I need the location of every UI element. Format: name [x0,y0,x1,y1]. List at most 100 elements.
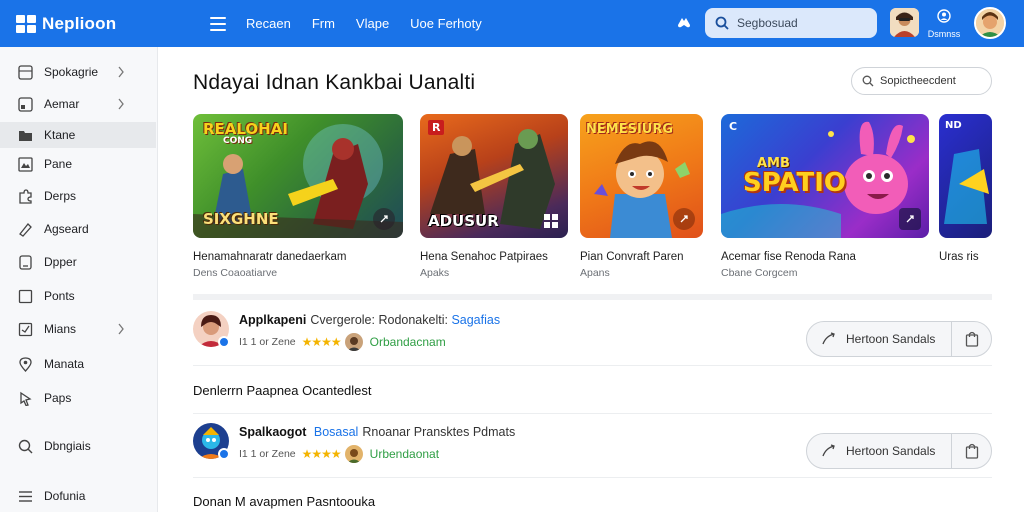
sidebar-item-10[interactable]: Manata [0,351,156,377]
game-thumbnail[interactable]: ND [939,114,992,238]
developer-name[interactable]: Orbandacnam [370,335,446,349]
pointer-icon [20,391,32,406]
card-title: Pian Convraft Paren [580,251,684,263]
play-badge-icon [673,208,695,230]
app-link[interactable]: Sagafias [451,313,500,327]
sidebar-item-2[interactable]: Aemar [0,91,156,117]
game-thumbnail[interactable]: R ADUSUR [420,114,568,238]
app-name[interactable]: Spalkaogot [239,425,306,439]
sidebar-item-label: Mians [44,322,77,336]
app-name[interactable]: Applkapeni [239,313,306,327]
game-card[interactable]: REALOHAI CONG SIXGHNE Henamahnaratr dane… [193,114,403,279]
play-badge-icon [373,208,395,230]
developer-name[interactable]: Urbendaonat [370,447,439,461]
app-action-button[interactable]: Hertoon Sandals [807,434,952,468]
nav-link-2[interactable]: Frm [312,16,335,31]
verified-badge-icon [218,336,230,348]
sidebar-item-4[interactable]: Pane [0,151,156,177]
app-description: Rnoanar Pransktes Pdmats [362,425,516,439]
sidebar-item-13[interactable]: Dofunia [0,483,156,509]
game-thumbnail[interactable]: C AMB SPATIO [721,114,929,238]
sidebar-item-12[interactable]: Dbngiais [0,433,156,459]
game-logo-bottom: SIXGHNE [203,210,279,228]
nav-link-4[interactable]: Uoe Ferhoty [410,16,482,31]
card-title: Hena Senahoc Patpiraes [420,251,548,263]
chevron-right-icon [118,323,124,335]
sidebar-item-label: Dbngiais [44,439,91,453]
game-logo-bottom: ADUSUR [428,212,499,230]
profile-avatar[interactable] [974,7,1006,39]
card-subtitle: Apaks [420,267,450,279]
search-input[interactable] [737,16,857,30]
game-card[interactable]: ND Uras ris [939,114,992,267]
sidebar: Spokagrie Aemar Ktane Pane Derps Agseard… [0,47,158,512]
bag-button[interactable] [952,322,991,356]
chevron-right-icon [118,98,124,110]
sidebar-item-8[interactable]: Ponts [0,283,156,309]
section-heading: Denlerrn Paapnea Ocantedlest [193,383,372,398]
app-meta-line: I1 1 or Zene ★★★★ Urbendaonat [239,445,439,463]
sidebar-item-3[interactable]: Ktane [0,122,156,148]
row-divider [193,477,992,478]
app-logo[interactable]: Neplioon [16,14,166,34]
card-subtitle: Cbane Corgcem [721,267,798,279]
sidebar-item-9[interactable]: Mians [0,316,156,342]
sidebar-item-11[interactable]: Paps [0,385,156,411]
rating-stars-icon: ★★★★ [301,335,342,349]
sidebar-item-7[interactable]: Dpper [0,249,156,275]
card-title: Henamahnaratr danedaerkam [193,251,347,263]
gamepad-icon[interactable] [675,14,693,32]
app-title-line: Applkapeni Cvergerole: Rodonakelti: Sagaf… [239,313,500,327]
sidebar-item-label: Pane [44,157,73,171]
sidebar-item-label: Derps [44,189,77,203]
app-meta: I1 1 or Zene [239,336,296,348]
app-meta: I1 1 or Zene [239,448,296,460]
card-subtitle: Dens Coaoatiarve [193,267,278,279]
game-thumbnail[interactable]: NEMESIURG [580,114,703,238]
bag-button[interactable] [952,434,991,468]
search-icon [18,439,33,453]
logo-grid-icon [16,14,36,33]
play-badge-icon [899,208,921,230]
user-icon [937,9,951,23]
game-thumbnail[interactable]: REALOHAI CONG SIXGHNE [193,114,403,238]
menu-icon[interactable] [210,16,226,31]
game-badge-top: ND [945,120,962,131]
sidebar-item-1[interactable]: Spokagrie [0,59,156,85]
sidebar-item-label: Dpper [44,255,77,269]
sidebar-item-5[interactable]: Derps [0,183,156,209]
card-title: Uras ris [939,251,979,263]
image-icon [18,156,33,172]
content-search-button[interactable]: Sopictheecdent [851,67,992,95]
search-icon [715,16,729,30]
sidebar-item-label: Dofunia [44,489,86,503]
nav-link-1[interactable]: Recaen [246,16,291,31]
link-arrow-icon [822,332,835,345]
main-content: Ndayai Idnan Kankbai Uanalti Sopictheecd… [159,47,1024,512]
logo-text: Neplioon [42,13,117,33]
bag-icon [965,443,978,459]
game-card[interactable]: NEMESIURG Pian Convraft Paren Apans [580,114,703,279]
search-bar[interactable] [705,8,877,38]
sidebar-item-label: Ponts [44,289,75,303]
sidebar-item-label: Aemar [44,97,80,111]
card-title: Acemar fise Renoda Rana [721,251,856,263]
app-meta-line: I1 1 or Zene ★★★★ Orbandacnam [239,333,446,351]
app-link[interactable]: Bosasal [314,425,358,439]
sidebar-item-6[interactable]: Agseard [0,216,156,242]
app-action-label: Hertoon Sandals [846,332,936,346]
account-menu[interactable]: Dsmnss [924,9,964,39]
nav-link-3[interactable]: Vlape [356,16,389,31]
top-bar: Neplioon Recaen Frm Vlape Uoe Ferhoty Se… [0,0,1024,47]
location-icon [19,356,32,372]
row-divider [193,413,992,414]
game-card[interactable]: C AMB SPATIO Acemar fise Renoda Rana Cba… [721,114,929,279]
app-action-button[interactable]: Hertoon Sandals [807,322,952,356]
bag-icon [965,331,978,347]
developer-avatar [344,333,363,351]
developer-avatar [344,445,363,463]
window-icon [18,96,33,112]
link-arrow-icon [822,444,835,457]
user-avatar-square[interactable] [890,8,919,37]
game-card[interactable]: R ADUSUR Hena Senahoc Patpiraes Apaks [420,114,568,279]
